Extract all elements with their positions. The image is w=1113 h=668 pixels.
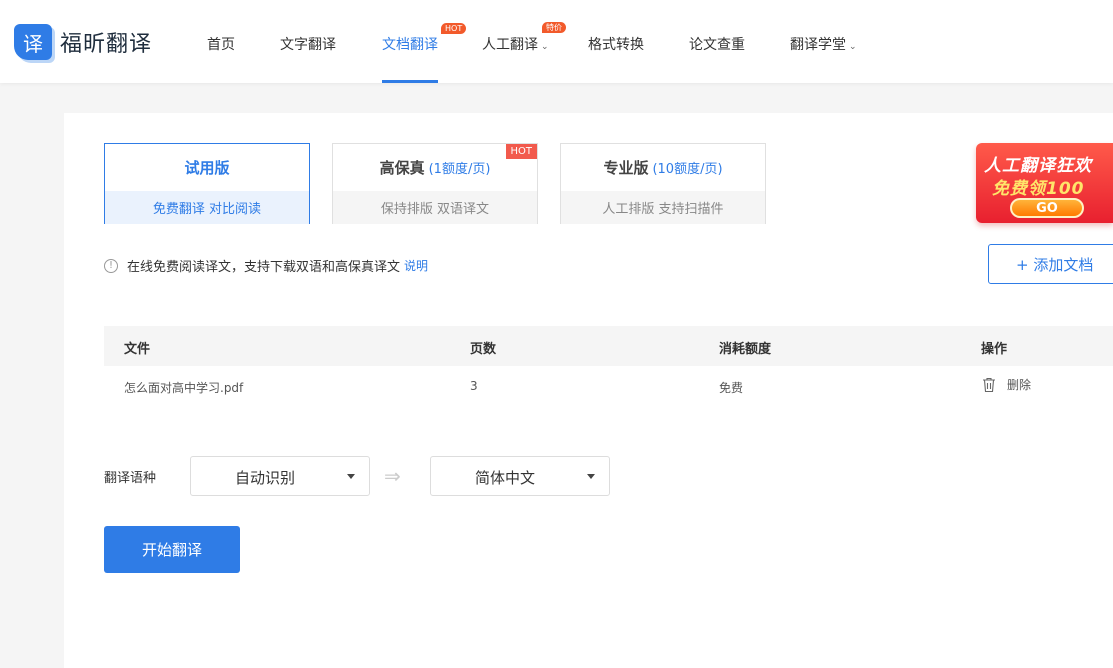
- caret-down-icon: [587, 474, 595, 479]
- column-header-file: 文件: [124, 342, 151, 357]
- nav-label: 人工翻译: [482, 37, 538, 53]
- promo-go-button[interactable]: GO: [1010, 198, 1084, 218]
- chevron-down-icon: ⌄: [849, 42, 857, 52]
- start-translation-button[interactable]: 开始翻译: [104, 526, 240, 573]
- add-document-button[interactable]: + 添加文档: [988, 244, 1113, 284]
- brand-logo[interactable]: 译 福昕翻译: [14, 24, 152, 60]
- column-header-pages: 页数: [470, 342, 497, 357]
- arrow-right-icon: ⇒: [384, 464, 401, 488]
- sale-badge: 特价: [542, 22, 566, 33]
- info-icon: !: [104, 258, 118, 273]
- active-nav-underline: [382, 80, 438, 83]
- plan-price: (1额度/页): [428, 162, 491, 177]
- source-language-value: 自动识别: [234, 469, 295, 487]
- caret-down-icon: [347, 474, 355, 479]
- promo-headline: 人工翻译狂欢: [984, 156, 1092, 176]
- chevron-down-icon: ⌄: [541, 42, 549, 52]
- plan-card-trial[interactable]: 试用版 免费翻译 对比阅读: [104, 143, 310, 224]
- delete-label: 删除: [1007, 378, 1032, 392]
- top-header: 译 福昕翻译 首页 文字翻译 文档翻译 HOT 人工翻译 ⌄ 特价 格式转换 论文…: [0, 0, 1113, 83]
- delete-file-button[interactable]: 删除: [982, 376, 1031, 393]
- page-count: 3: [470, 379, 478, 393]
- info-explain-link[interactable]: 说明: [404, 257, 428, 274]
- nav-item-plagiarism-check[interactable]: 论文查重: [689, 34, 745, 54]
- hot-tag: HOT: [505, 144, 537, 159]
- promo-banner[interactable]: 人工翻译狂欢 免费领100 GO: [976, 143, 1113, 223]
- nav-item-home[interactable]: 首页: [207, 34, 235, 54]
- info-notice: ! 在线免费阅读译文，支持下载双语和高保真译文 说明: [104, 256, 428, 275]
- plan-description: 免费翻译 对比阅读: [105, 191, 309, 224]
- column-header-action: 操作: [981, 342, 1008, 357]
- target-language-value: 简体中文: [474, 469, 535, 487]
- target-language-select[interactable]: 简体中文: [430, 456, 610, 496]
- brand-name: 福昕翻译: [60, 32, 153, 57]
- plan-title: 试用版: [105, 144, 309, 191]
- plan-title: 专业版 (10额度/页): [561, 144, 765, 191]
- plan-description: 保持排版 双语译文: [333, 191, 537, 224]
- plan-title-text: 试用版: [184, 159, 230, 177]
- column-header-cost: 消耗额度: [719, 342, 772, 357]
- source-language-select[interactable]: 自动识别: [190, 456, 370, 496]
- plan-price: (10额度/页): [652, 162, 723, 177]
- plan-description: 人工排版 支持扫描件: [561, 191, 765, 224]
- hot-badge: HOT: [441, 23, 467, 34]
- table-row: 怎么面对高中学习.pdf 3 免费 删除: [104, 366, 1113, 406]
- promo-offer: 免费领100: [992, 179, 1085, 199]
- nav-item-text-translate[interactable]: 文字翻译: [280, 34, 336, 54]
- nav-item-format-convert[interactable]: 格式转换: [588, 34, 644, 54]
- nav-label: 翻译学堂: [790, 37, 846, 53]
- file-table-header: 文件 页数 消耗额度 操作: [104, 326, 1113, 366]
- plan-title-text: 高保真: [379, 159, 425, 177]
- logo-icon: 译: [14, 24, 52, 60]
- file-name: 怎么面对高中学习.pdf: [124, 381, 244, 395]
- trash-icon: [983, 377, 995, 392]
- plan-card-professional[interactable]: 专业版 (10额度/页) 人工排版 支持扫描件: [560, 143, 766, 224]
- plan-card-high-fidelity[interactable]: HOT 高保真 (1额度/页) 保持排版 双语译文: [332, 143, 538, 224]
- nav-item-translation-school[interactable]: 翻译学堂 ⌄: [790, 34, 857, 54]
- nav-item-human-translate[interactable]: 人工翻译 ⌄: [482, 34, 549, 54]
- language-label: 翻译语种: [104, 471, 157, 486]
- cost-value: 免费: [719, 381, 744, 395]
- plan-title-text: 专业版: [603, 159, 649, 177]
- info-text: 在线免费阅读译文，支持下载双语和高保真译文: [127, 260, 401, 275]
- nav-item-doc-translate[interactable]: 文档翻译: [382, 34, 438, 54]
